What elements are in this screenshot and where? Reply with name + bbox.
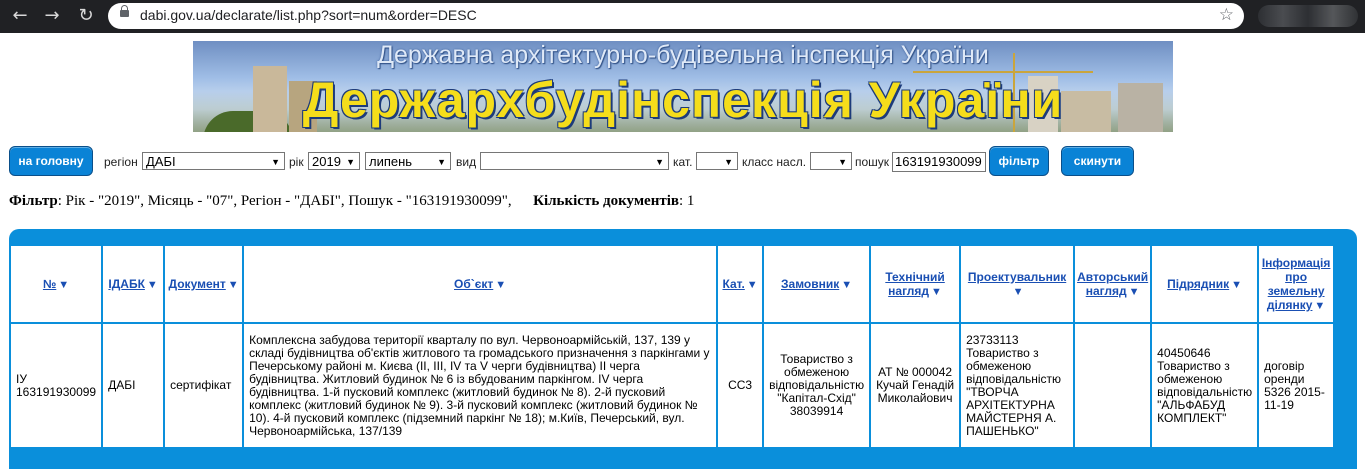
dropdown-arrow-icon: ▼	[655, 157, 664, 167]
column-header-contractor[interactable]: Підрядник ▼	[1152, 246, 1258, 322]
region-select-value: ДАБІ	[146, 154, 176, 169]
home-button[interactable]: на головну	[9, 146, 93, 176]
column-header-label[interactable]: Кат.	[722, 277, 744, 291]
column-header-label[interactable]: ІДАБК	[108, 277, 145, 291]
column-header-author-supervision[interactable]: Авторський нагляд ▼	[1075, 246, 1151, 322]
column-header-land-info[interactable]: Інформація про земельну ділянку ▼	[1259, 246, 1334, 322]
search-label: пошук	[855, 155, 890, 169]
cell-author-supervision	[1075, 324, 1151, 447]
month-select-value: липень	[369, 154, 413, 169]
category-select[interactable]: ▼	[696, 152, 738, 170]
filter-summary-text: : Рік - "2019", Місяць - "07", Регіон - …	[57, 193, 512, 209]
month-select[interactable]: липень ▼	[365, 152, 451, 170]
cell-idabk: ДАБІ	[103, 324, 164, 447]
sort-arrow-icon[interactable]: ▼	[841, 279, 852, 291]
sort-arrow-icon[interactable]: ▼	[1231, 279, 1242, 291]
bookmark-star-icon[interactable]: ☆	[1219, 5, 1234, 25]
column-header-tech-supervision[interactable]: Технічний нагляд ▼	[871, 246, 960, 322]
profile-avatar[interactable]	[1258, 5, 1358, 27]
sort-arrow-icon[interactable]: ▼	[931, 286, 942, 298]
dropdown-arrow-icon: ▼	[271, 157, 280, 167]
reset-button[interactable]: скинути	[1061, 146, 1134, 176]
table-row: ІУ 163191930099 ДАБІ сертифікат Комплекс…	[11, 324, 1334, 447]
dropdown-arrow-icon: ▼	[437, 157, 446, 167]
cell-customer: Товариство з обмеженою відповідальністю …	[764, 324, 870, 447]
type-select[interactable]: ▼	[480, 152, 669, 170]
sort-arrow-icon[interactable]: ▼	[1129, 286, 1140, 298]
sort-arrow-icon[interactable]: ▼	[1314, 300, 1325, 312]
dropdown-arrow-icon: ▼	[346, 157, 355, 167]
sort-arrow-icon[interactable]: ▼	[228, 279, 239, 291]
region-label: регіон	[104, 155, 138, 169]
table-header-row: № ▼ ІДАБК ▼ Документ ▼ Об`єкт ▼ Кат. ▼ Замовн…	[11, 246, 1334, 322]
banner-title: Держархбудінспекція України	[302, 72, 1064, 128]
column-header-idabk[interactable]: ІДАБК ▼	[103, 246, 164, 322]
column-header-designer[interactable]: Проектувальник ▼	[961, 246, 1074, 322]
year-label: рік	[289, 155, 304, 169]
column-header-customer[interactable]: Замовник ▼	[764, 246, 870, 322]
column-header-label[interactable]: №	[43, 277, 56, 291]
cell-tech-supervision: АТ № 000042 Кучай Генадій Миколайович	[871, 324, 960, 447]
cell-num: ІУ 163191930099	[11, 324, 102, 447]
filter-summary-label: Фільтр	[9, 193, 58, 209]
cell-contractor: 40450646 Товариство з обмеженою відповід…	[1152, 324, 1258, 447]
class-select[interactable]: ▼	[810, 152, 852, 170]
sort-arrow-icon[interactable]: ▼	[495, 279, 506, 291]
dropdown-arrow-icon: ▼	[838, 157, 847, 167]
class-label: класс насл.	[742, 155, 807, 169]
forward-arrow-icon[interactable]: →	[40, 4, 64, 28]
column-header-category[interactable]: Кат. ▼	[718, 246, 763, 322]
back-arrow-icon[interactable]: ←	[8, 4, 32, 28]
reload-icon[interactable]: ↻	[74, 4, 98, 28]
sort-arrow-icon[interactable]: ▼	[1013, 286, 1024, 298]
column-header-label[interactable]: Проектувальник	[968, 270, 1066, 284]
cell-category: СС3	[718, 324, 763, 447]
cell-land-info: договір оренди 5326 2015-11-19	[1259, 324, 1334, 447]
type-label: вид	[456, 155, 477, 169]
site-banner: Державна архітектурно-будівельна інспекц…	[193, 41, 1173, 132]
region-select[interactable]: ДАБІ ▼	[142, 152, 285, 170]
cell-object: Комплексна забудова території кварталу п…	[244, 324, 717, 447]
filter-button[interactable]: фільтр	[989, 146, 1049, 176]
address-url[interactable]: dabi.gov.ua/declarate/list.php?sort=num&…	[140, 7, 477, 23]
sort-arrow-icon[interactable]: ▼	[147, 279, 158, 291]
column-header-label[interactable]: Замовник	[781, 277, 839, 291]
column-header-document[interactable]: Документ ▼	[165, 246, 243, 322]
results-table: № ▼ ІДАБК ▼ Документ ▼ Об`єкт ▼ Кат. ▼ Замовн…	[9, 244, 1336, 449]
column-header-object[interactable]: Об`єкт ▼	[244, 246, 717, 322]
category-label: кат.	[673, 155, 693, 169]
year-select-value: 2019	[312, 154, 341, 169]
browser-toolbar: ← → ↻ dabi.gov.ua/declarate/list.php?sor…	[0, 0, 1365, 33]
lock-icon[interactable]	[120, 5, 129, 17]
sort-arrow-icon[interactable]: ▼	[747, 279, 758, 291]
column-header-label[interactable]: Об`єкт	[454, 277, 493, 291]
banner-subtitle: Державна архітектурно-будівельна інспекц…	[377, 41, 989, 69]
year-select[interactable]: 2019 ▼	[308, 152, 360, 170]
dropdown-arrow-icon: ▼	[724, 157, 733, 167]
address-bar[interactable]: dabi.gov.ua/declarate/list.php?sort=num&…	[108, 3, 1244, 29]
filter-summary: Фільтр: Рік - "2019", Місяць - "07", Рег…	[9, 193, 694, 210]
document-count-value: : 1	[678, 193, 695, 209]
cell-document: сертифікат	[165, 324, 243, 447]
document-count-label: Кількість документів	[533, 193, 679, 209]
column-header-num[interactable]: № ▼	[11, 246, 102, 322]
search-input[interactable]: 163191930099	[892, 152, 986, 172]
sort-arrow-icon[interactable]: ▼	[58, 279, 69, 291]
column-header-label[interactable]: Підрядник	[1167, 277, 1229, 291]
column-header-label[interactable]: Документ	[169, 277, 226, 291]
cell-designer: 23733113 Товариство з обмеженою відповід…	[961, 324, 1074, 447]
